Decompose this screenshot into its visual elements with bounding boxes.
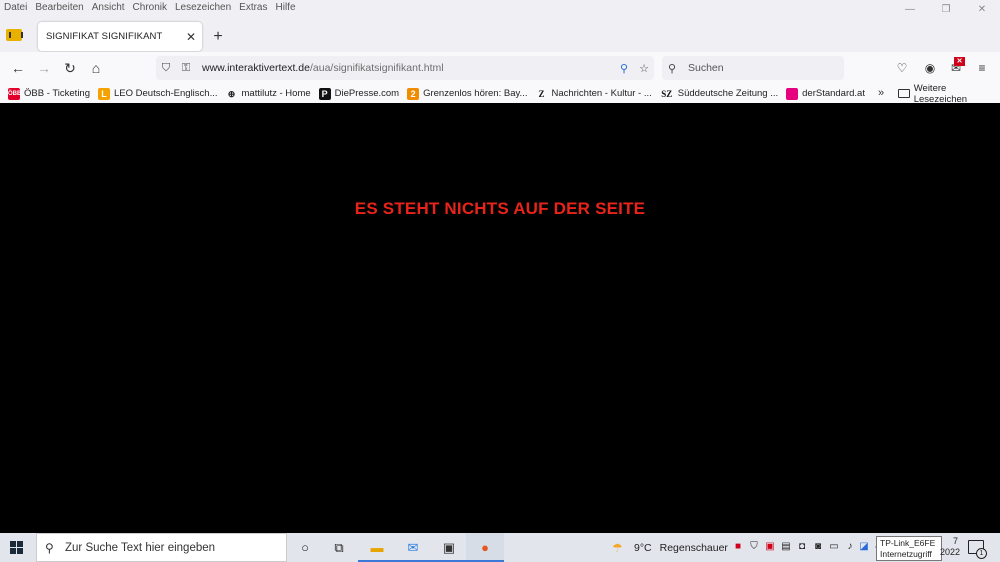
globe-icon: ⊕ xyxy=(227,88,236,99)
menu-bar: Datei Bearbeiten Ansicht Chronik Lesezei… xyxy=(0,0,1000,16)
menu-hamburger-icon[interactable]: ≡ xyxy=(972,58,992,78)
weather-temp: 9°C xyxy=(634,541,652,554)
leo-icon: L xyxy=(98,87,110,100)
bookmark-leo[interactable]: L LEO Deutsch-Englisch... xyxy=(90,87,218,100)
bookmarks-overflow-icon[interactable]: » xyxy=(878,84,884,103)
menu-lesezeichen[interactable]: Lesezeichen xyxy=(171,0,235,16)
weather-widget[interactable]: ☂ 9°C Regenschauer xyxy=(612,533,728,562)
bookmark-mattilutz[interactable]: ⊕ mattilutz - Home xyxy=(218,88,311,100)
tray-sync-icon[interactable]: ◙ xyxy=(812,540,824,554)
taskbar-clock[interactable]: 7 2022 xyxy=(940,536,961,558)
bookmark-star-icon[interactable]: ☆ xyxy=(634,62,654,75)
bookmark-label: Grenzenlos hören: Bay... xyxy=(423,88,528,99)
taskbar-search-input[interactable]: ⚲ Zur Suche Text hier eingeben xyxy=(36,533,287,562)
weather-text: Regenschauer xyxy=(659,541,728,554)
battery-icon[interactable]: ▭ xyxy=(828,540,840,554)
bookmark-label: DiePresse.com xyxy=(334,88,400,99)
bookmark-label: mattilutz - Home xyxy=(241,88,311,99)
bookmark-label: LEO Deutsch-Englisch... xyxy=(114,88,218,99)
nav-bar: ← → ↻ ⌂ ⛉ ⚿ www.interaktivertext.de/aua/… xyxy=(0,52,1000,84)
notification-count: 1 xyxy=(976,548,987,559)
bookmark-grenzenlos[interactable]: 2 Grenzenlos hören: Bay... xyxy=(399,87,528,100)
account-icon[interactable]: ◉ xyxy=(920,58,940,78)
diepresse-icon: P xyxy=(318,87,331,100)
menu-hilfe[interactable]: Hilfe xyxy=(272,0,300,16)
windows-start-icon[interactable] xyxy=(10,541,24,555)
page-headline: ES STEHT NICHTS AUF DER SEITE xyxy=(354,199,646,218)
tooltip-network-name: TP-Link_E6FE xyxy=(880,538,936,548)
photo-app-icon[interactable]: ▣ xyxy=(438,537,460,559)
obb-icon: ÖBB xyxy=(8,87,21,100)
task-view-icon[interactable]: ⧉ xyxy=(328,537,350,559)
cortana-icon[interactable]: ○ xyxy=(294,537,316,559)
menu-ansicht[interactable]: Ansicht xyxy=(88,0,129,16)
file-explorer-icon[interactable]: ▬ xyxy=(366,537,388,559)
tab-strip: SIGNIFIKAT SIGNIFIKANT ✕ + xyxy=(0,16,1000,52)
taskbar-search-placeholder: Zur Suche Text hier eingeben xyxy=(65,541,216,554)
bookmark-label: ÖBB - Ticketing xyxy=(24,88,90,99)
bookmark-zeit[interactable]: Z Nachrichten - Kultur - ... xyxy=(527,88,651,100)
menu-extras[interactable]: Extras xyxy=(235,0,271,16)
bookmark-obb[interactable]: ÖBB ÖBB - Ticketing xyxy=(0,87,90,100)
weather-rain-icon: ☂ xyxy=(612,540,623,555)
bookmark-derstandard[interactable]: derStandard.at xyxy=(778,87,865,100)
shield-icon[interactable]: ⛉ xyxy=(156,62,176,75)
tab-active[interactable]: SIGNIFIKAT SIGNIFIKANT ✕ xyxy=(38,22,202,51)
tray-shield-icon[interactable]: ⛉ xyxy=(748,540,760,554)
volume-icon[interactable]: ♪ xyxy=(844,540,856,554)
tray-app-icon[interactable]: ▣ xyxy=(764,540,776,554)
menu-chronik[interactable]: Chronik xyxy=(129,0,171,16)
tab-title: SIGNIFIKAT SIGNIFIKANT xyxy=(46,31,163,42)
pocket-icon[interactable]: ♡ xyxy=(892,58,912,78)
url-domain: www.interaktivertext.de xyxy=(202,62,310,74)
sz-icon: SZ xyxy=(661,88,673,99)
page-content: ES STEHT NICHTS AUF DER SEITE xyxy=(0,103,1000,533)
folder-icon xyxy=(898,89,910,98)
lock-icon[interactable]: ⚿ xyxy=(176,62,196,75)
search-placeholder: Suchen xyxy=(688,62,724,74)
tray-network-icon[interactable]: ▤ xyxy=(780,540,792,554)
bookmark-label: derStandard.at xyxy=(802,88,865,99)
zeit-icon: Z xyxy=(538,88,545,99)
reload-icon[interactable]: ↻ xyxy=(60,58,80,78)
taskbar: ⚲ Zur Suche Text hier eingeben ○ ⧉ ▬ ✉ ▣… xyxy=(0,533,1000,562)
bookmark-sz[interactable]: SZ Süddeutsche Zeitung ... xyxy=(652,88,778,100)
menu-datei[interactable]: Datei xyxy=(0,0,31,16)
search-icon[interactable]: ⚲ xyxy=(614,62,634,75)
search-input[interactable]: ⚲ Suchen xyxy=(662,56,844,80)
bookmark-label: Süddeutsche Zeitung ... xyxy=(677,88,779,99)
home-icon[interactable]: ⌂ xyxy=(86,58,106,78)
tray-acrobat-icon[interactable]: ■ xyxy=(732,540,744,554)
bookmark-label: Nachrichten - Kultur - ... xyxy=(551,88,652,99)
bookmarks-folder[interactable]: Weitere Lesezeichen xyxy=(898,82,1000,105)
extension-badge-icon: ✕ xyxy=(954,57,965,66)
tray-monitor-icon[interactable]: ◘ xyxy=(796,540,808,554)
url-path: /aua/signifikatsignifikant.html xyxy=(309,62,444,74)
menu-bearbeiten[interactable]: Bearbeiten xyxy=(31,0,87,16)
firefox-icon[interactable]: ● xyxy=(474,537,496,559)
bookmark-diepresse[interactable]: P DiePresse.com xyxy=(311,87,400,100)
clock-time: 7 xyxy=(952,536,958,546)
forward-icon[interactable]: → xyxy=(34,58,54,78)
clock-date: 2022 xyxy=(940,547,961,557)
taskbar-search-icon: ⚲ xyxy=(45,540,54,555)
tray-blue-icon[interactable]: ◪ xyxy=(858,540,870,554)
tab-close-icon[interactable]: ✕ xyxy=(180,30,202,44)
magnifier-icon: ⚲ xyxy=(668,62,677,75)
bookmarks-bar: ÖBB ÖBB - Ticketing L LEO Deutsch-Englisch… xyxy=(0,84,1000,103)
wifi-tooltip: TP-Link_E6FE Internetzugriff xyxy=(876,536,942,561)
bookmarks-folder-label: Weitere Lesezeichen xyxy=(913,82,968,105)
back-icon[interactable]: ← xyxy=(8,58,28,78)
br2-icon: 2 xyxy=(407,87,420,100)
tooltip-network-status: Internetzugriff xyxy=(880,549,932,559)
derstandard-icon xyxy=(786,87,799,100)
new-tab-icon[interactable]: + xyxy=(208,27,228,47)
tab-list-icon[interactable] xyxy=(6,29,23,41)
url-text[interactable]: www.interaktivertext.de/aua/signifikatsi… xyxy=(196,62,614,74)
url-bar[interactable]: ⛉ ⚿ www.interaktivertext.de/aua/signifik… xyxy=(156,56,654,80)
mail-icon[interactable]: ✉ xyxy=(402,537,424,559)
